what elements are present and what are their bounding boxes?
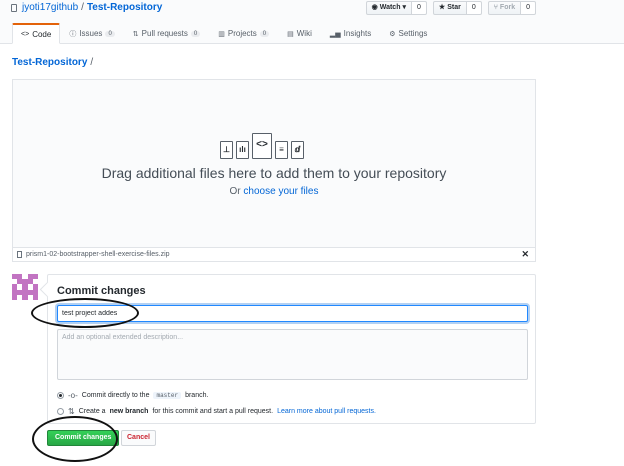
tab-wiki[interactable]: ▤ Wiki [278, 23, 321, 44]
commit-icon: -o- [68, 391, 78, 400]
pdf-file-icon: ⅆ [291, 141, 304, 159]
repo-nav-tabs: <> Code ⓘ Issues 0 ⇅ Pull requests 0 ▥ Project… [12, 23, 436, 44]
fork-button[interactable]: ⑂ Fork [487, 1, 522, 15]
avatar [12, 274, 38, 300]
graph-icon: ▂▅ [329, 30, 341, 38]
issue-icon: ⓘ [69, 30, 77, 38]
watch-count[interactable]: 0 [412, 1, 427, 15]
file-type-icons: ⊥ ılı <> ≡ ⅆ [220, 133, 304, 159]
uploaded-file-row: prism1-02-bootstrapper-shell-exercise-fi… [12, 248, 536, 262]
repo-header: jyoti17github / Test-Repository ◉ Watch ▾ … [0, 0, 624, 44]
direct-prefix: Commit directly to the [81, 392, 150, 399]
remove-file-icon[interactable]: ✕ [521, 249, 529, 260]
learn-more-link[interactable]: Learn more about pull requests. [277, 408, 376, 415]
repo-name-link[interactable]: Test-Repository [87, 2, 162, 13]
tab-label: Issues [79, 29, 103, 38]
path-separator: / [81, 2, 84, 13]
star-group: ★ Star 0 [432, 1, 482, 15]
tab-insights[interactable]: ▂▅ Insights [321, 23, 380, 44]
star-button[interactable]: ★ Star [432, 1, 467, 15]
radio-commit-direct[interactable] [57, 392, 64, 399]
owner-link[interactable]: jyoti17github [22, 2, 78, 13]
tab-label: Wiki [296, 29, 312, 38]
code-file-icon: <> [252, 133, 272, 159]
commit-direct-option[interactable]: -o- Commit directly to the master branch… [57, 391, 208, 400]
commit-summary-input[interactable] [57, 305, 528, 322]
tab-label: Code [32, 29, 52, 39]
drop-zone-title: Drag additional files here to add them t… [101, 165, 447, 181]
tab-label: Projects [227, 29, 257, 38]
repo-icon [11, 3, 17, 12]
breadcrumb: Test-Repository / [12, 57, 93, 68]
watch-button[interactable]: ◉ Watch ▾ [365, 1, 412, 15]
fork-icon: ⑂ [493, 4, 498, 11]
fork-group: ⑂ Fork 0 [487, 1, 536, 15]
commit-form: Commit changes -o- Commit directly to th… [47, 274, 536, 424]
eye-icon: ◉ [371, 4, 378, 11]
watch-group: ◉ Watch ▾ 0 [365, 1, 427, 15]
commit-changes-button[interactable]: Commit changes [47, 430, 120, 446]
book-icon: ▤ [287, 30, 294, 38]
star-count[interactable]: 0 [466, 1, 482, 15]
breadcrumb-repo-link[interactable]: Test-Repository [12, 57, 87, 68]
star-icon: ★ [438, 4, 446, 11]
tab-pull-requests[interactable]: ⇅ Pull requests 0 [124, 23, 209, 44]
tab-projects[interactable]: ▥ Projects 0 [209, 23, 278, 44]
tab-label: Insights [343, 29, 372, 38]
project-icon: ▥ [218, 30, 225, 38]
chart-file-icon: ılı [236, 141, 249, 159]
fork-count[interactable]: 0 [521, 1, 536, 15]
watch-label: Watch [379, 4, 401, 11]
code-icon: <> [21, 30, 30, 38]
file-drop-zone[interactable]: ⊥ ılı <> ≡ ⅆ Drag additional files here … [12, 79, 536, 248]
drop-zone-subtitle: Or choose your files [13, 186, 535, 197]
tab-settings[interactable]: ⚙ Settings [380, 23, 436, 44]
radio-new-branch[interactable] [57, 408, 64, 415]
tab-counter: 0 [190, 30, 201, 37]
tab-counter: 0 [259, 30, 270, 37]
tab-counter: 0 [105, 30, 115, 37]
drop-zone-or: Or [229, 186, 241, 197]
fork-label: Fork [499, 4, 516, 11]
tab-code[interactable]: <> Code [12, 23, 61, 44]
tab-label: Settings [398, 29, 428, 38]
gear-icon: ⚙ [389, 30, 396, 38]
new-branch-prefix: Create a [78, 408, 106, 415]
cancel-button[interactable]: Cancel [121, 430, 156, 446]
tab-issues[interactable]: ⓘ Issues 0 [60, 23, 123, 44]
star-label: Star [447, 4, 461, 11]
choose-files-link[interactable]: choose your files [243, 186, 318, 197]
pull-request-icon: ⇅ [68, 407, 75, 416]
direct-suffix: branch. [185, 392, 209, 399]
new-branch-suffix: for this commit and start a pull request… [152, 408, 274, 415]
branch-name: master [153, 392, 182, 399]
uploaded-file-name: prism1-02-bootstrapper-shell-exercise-fi… [26, 251, 170, 258]
repo-actions: ◉ Watch ▾ 0 ★ Star 0 ⑂ Fork 0 [365, 1, 536, 15]
text-file-icon: ≡ [275, 141, 288, 159]
zip-file-icon: ⊥ [220, 141, 233, 159]
repo-title: jyoti17github / Test-Repository [11, 2, 162, 13]
commit-new-branch-option[interactable]: ⇅ Create a new branch for this commit an… [57, 407, 376, 416]
tab-label: Pull requests [141, 29, 188, 38]
file-icon [17, 251, 22, 258]
breadcrumb-slash: / [90, 57, 94, 68]
commit-form-title: Commit changes [57, 285, 146, 297]
pull-request-icon: ⇅ [132, 30, 139, 38]
commit-description-input[interactable] [57, 329, 528, 380]
new-branch-bold: new branch [109, 408, 149, 415]
